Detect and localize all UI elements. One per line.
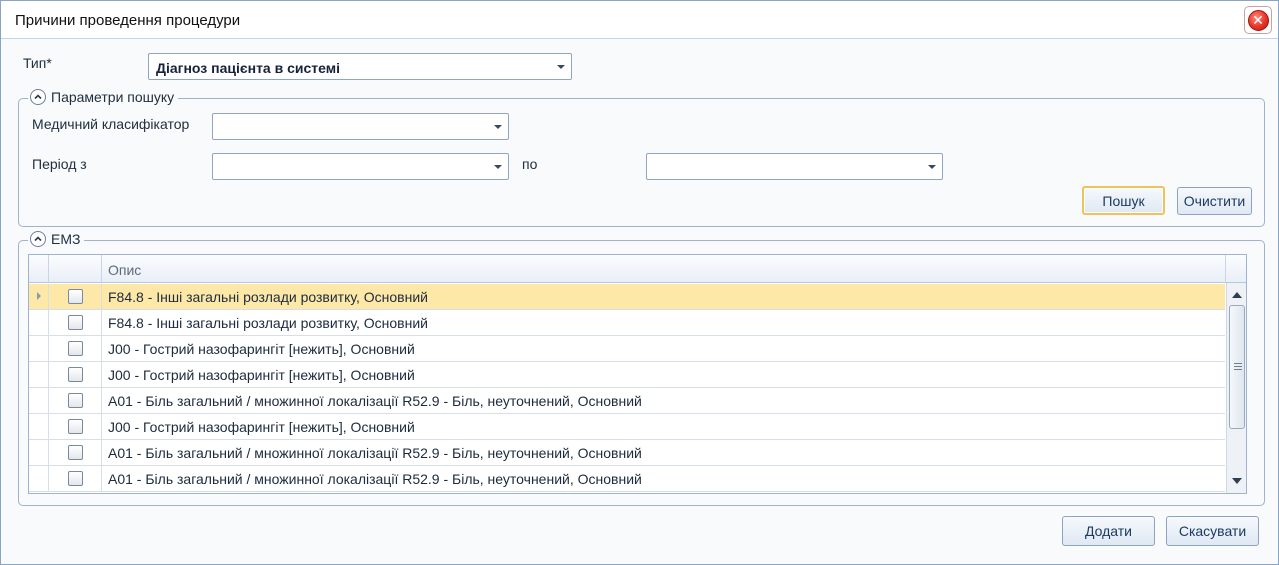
chevron-down-icon (928, 165, 936, 169)
type-label: Тип* (23, 55, 52, 71)
row-description: F84.8 - Інші загальні розлади розвитку, … (108, 315, 428, 331)
chevron-up-icon[interactable] (30, 231, 46, 247)
row-checkbox-cell (49, 310, 102, 335)
dialog-window: Причини проведення процедури ✕ Тип* Діаг… (0, 0, 1279, 565)
row-checkbox-cell (49, 388, 102, 413)
emz-legend: ЕМЗ (28, 231, 85, 247)
scroll-up-icon[interactable] (1232, 292, 1242, 298)
type-select[interactable]: Діагноз пацієнта в системі (148, 53, 572, 80)
row-pointer-icon (37, 292, 41, 300)
row-checkbox[interactable] (68, 315, 83, 330)
row-description: J00 - Гострий назофарингіт [нежить], Осн… (108, 419, 415, 435)
row-checkbox-cell (49, 466, 102, 491)
search-button[interactable]: Пошук (1082, 186, 1165, 215)
grip-icon (1234, 363, 1242, 370)
row-checkbox[interactable] (68, 289, 83, 304)
close-icon: ✕ (1247, 9, 1269, 31)
header-indicator-cell (29, 255, 49, 282)
row-checkbox-cell (49, 362, 102, 387)
table-row[interactable]: A01 - Біль загальний / множинної локаліз… (29, 440, 1225, 466)
row-description: A01 - Біль загальний / множинної локаліз… (108, 471, 642, 487)
row-indicator (29, 414, 49, 439)
chevron-down-icon (494, 165, 502, 169)
table-row[interactable]: J00 - Гострий назофарингіт [нежить], Осн… (29, 336, 1225, 362)
row-indicator (29, 388, 49, 413)
scroll-thumb[interactable] (1229, 305, 1245, 429)
period-to-select[interactable] (646, 153, 943, 180)
add-button[interactable]: Додати (1062, 516, 1155, 546)
row-description: J00 - Гострий назофарингіт [нежить], Осн… (108, 367, 415, 383)
table-row[interactable]: J00 - Гострий назофарингіт [нежить], Осн… (29, 414, 1225, 440)
table-row[interactable]: F84.8 - Інші загальні розлади розвитку, … (29, 310, 1225, 336)
row-indicator (29, 362, 49, 387)
row-checkbox-cell (49, 284, 102, 309)
row-checkbox[interactable] (68, 471, 83, 486)
row-description: J00 - Гострий назофарингіт [нежить], Осн… (108, 341, 415, 357)
chevron-up-icon[interactable] (30, 89, 46, 105)
row-description: F84.8 - Інші загальні розлади розвитку, … (108, 289, 428, 305)
chevron-down-icon (494, 125, 502, 129)
row-checkbox[interactable] (68, 419, 83, 434)
period-to-label: по (522, 156, 538, 172)
emz-grid: Опис F84.8 - Інші загальні розлади розви… (28, 254, 1247, 494)
row-checkbox[interactable] (68, 367, 83, 382)
row-checkbox-cell (49, 414, 102, 439)
row-checkbox[interactable] (68, 341, 83, 356)
row-checkbox-cell (49, 440, 102, 465)
search-params-title: Параметри пошуку (51, 89, 175, 105)
cancel-button[interactable]: Скасувати (1166, 516, 1259, 546)
grid-header: Опис (29, 255, 1246, 283)
table-row[interactable]: A01 - Біль загальний / множинної локаліз… (29, 466, 1225, 492)
header-checkbox-cell[interactable] (49, 255, 102, 282)
row-checkbox[interactable] (68, 393, 83, 408)
scroll-down-icon[interactable] (1232, 478, 1242, 484)
emz-title: ЕМЗ (51, 231, 81, 247)
row-indicator (29, 310, 49, 335)
row-description: A01 - Біль загальний / множинної локаліз… (108, 445, 642, 461)
header-description[interactable]: Опис (108, 262, 141, 278)
row-indicator (29, 336, 49, 361)
period-from-label: Період з (32, 156, 87, 172)
table-row[interactable]: J00 - Гострий назофарингіт [нежить], Осн… (29, 362, 1225, 388)
row-indicator (29, 284, 49, 309)
type-select-value: Діагноз пацієнта в системі (156, 60, 340, 76)
row-checkbox[interactable] (68, 445, 83, 460)
close-button[interactable]: ✕ (1244, 6, 1272, 34)
table-row[interactable]: F84.8 - Інші загальні розлади розвитку, … (29, 284, 1225, 310)
classifier-label: Медичний класифікатор (32, 116, 190, 132)
header-filler (1225, 255, 1246, 282)
row-description: A01 - Біль загальний / множинної локаліз… (108, 393, 642, 409)
period-from-select[interactable] (212, 153, 509, 180)
table-row[interactable]: A01 - Біль загальний / множинної локаліз… (29, 388, 1225, 414)
title-bar: Причини проведення процедури ✕ (1, 1, 1278, 39)
classifier-select[interactable] (212, 113, 509, 140)
row-checkbox-cell (49, 336, 102, 361)
clear-button[interactable]: Очистити (1177, 187, 1252, 215)
row-indicator (29, 440, 49, 465)
row-indicator (29, 466, 49, 491)
search-params-legend: Параметри пошуку (28, 89, 179, 105)
search-params-group (18, 98, 1265, 227)
window-title: Причини проведення процедури (15, 12, 241, 29)
chevron-down-icon (557, 65, 565, 69)
vertical-scrollbar[interactable] (1226, 283, 1246, 493)
